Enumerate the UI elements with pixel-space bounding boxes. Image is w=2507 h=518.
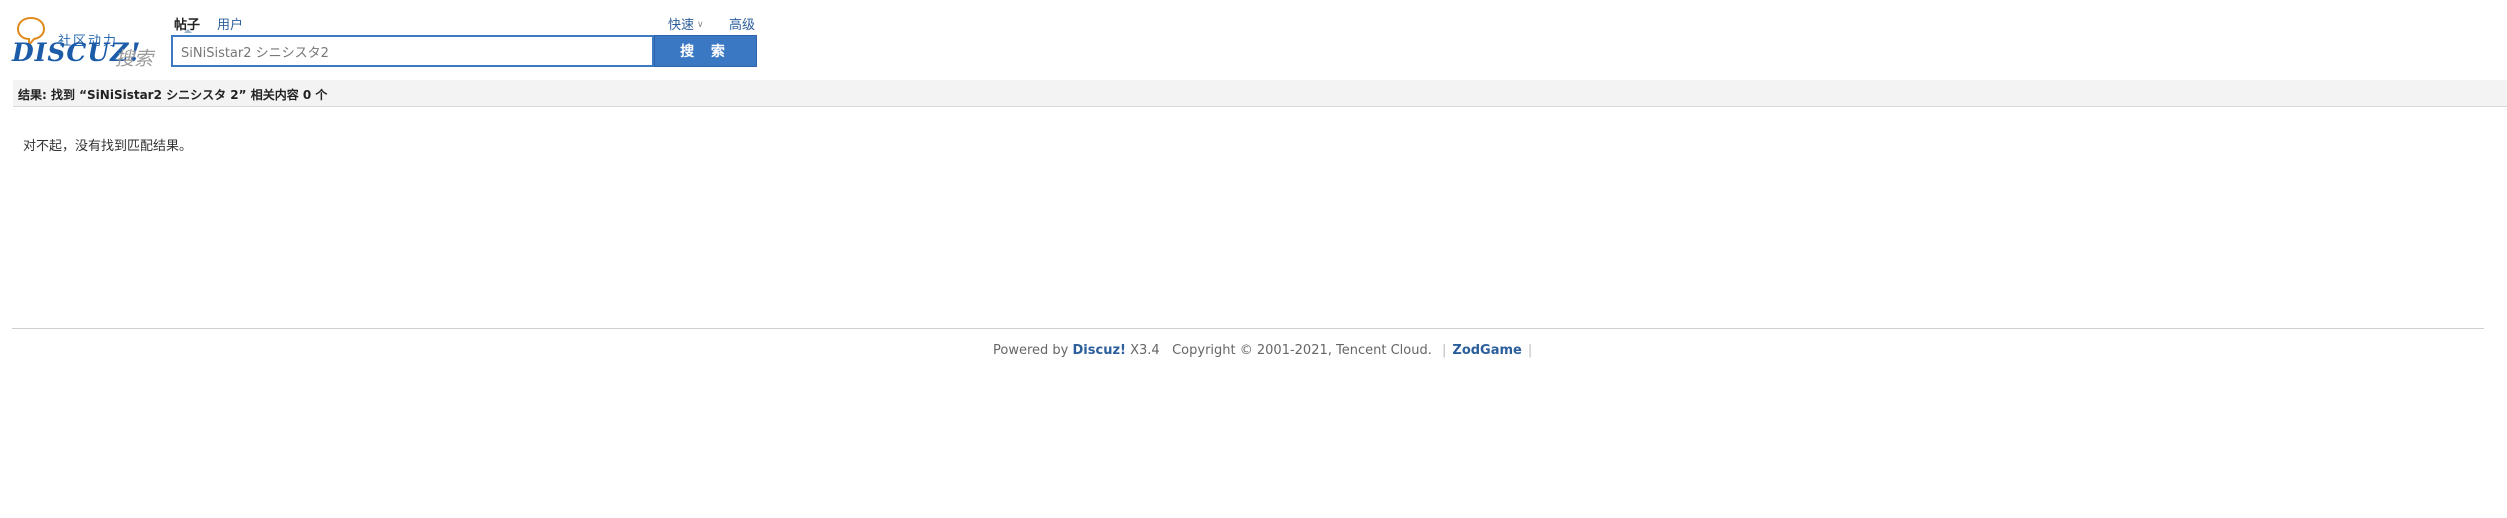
result-summary-bar: 结果: 找到 “SiNiSistar2 シニシスタ 2” 相关内容 0 个	[13, 80, 2507, 107]
result-summary: 结果: 找到 “SiNiSistar2 シニシスタ 2” 相关内容 0 个	[18, 88, 328, 102]
search-button[interactable]: 搜 索	[654, 35, 757, 67]
active-tab-arrow-icon	[184, 29, 192, 33]
footer-separator: |	[1527, 343, 1533, 358]
no-results-message: 对不起，没有找到匹配结果。	[23, 139, 193, 154]
tab-users[interactable]: 用户	[217, 14, 243, 33]
advanced-search-link[interactable]: 高级	[729, 14, 755, 33]
footer-divider	[12, 328, 2484, 329]
search-box	[171, 35, 654, 67]
footer-separator: |	[1442, 343, 1447, 358]
logo-suffix: 搜索	[115, 48, 154, 70]
footer-copyright: Copyright © 2001-2021, Tencent Cloud.	[1172, 343, 1432, 358]
discuz-link[interactable]: Discuz!	[1073, 343, 1126, 358]
quick-search-link[interactable]: 快速 ∨	[668, 14, 704, 33]
zodgame-link[interactable]: ZodGame	[1452, 343, 1521, 358]
discuz-logo[interactable]: 社区动力 DISCUZ! 搜索	[12, 14, 160, 70]
search-input[interactable]	[181, 41, 646, 61]
footer-powered-by: Powered by	[993, 343, 1069, 358]
quick-label: 快速	[668, 18, 695, 33]
chevron-down-icon: ∨	[697, 20, 704, 30]
footer-version: X3.4	[1130, 343, 1160, 358]
footer: Powered by Discuz! X3.4 Copyright © 2001…	[993, 343, 1538, 358]
